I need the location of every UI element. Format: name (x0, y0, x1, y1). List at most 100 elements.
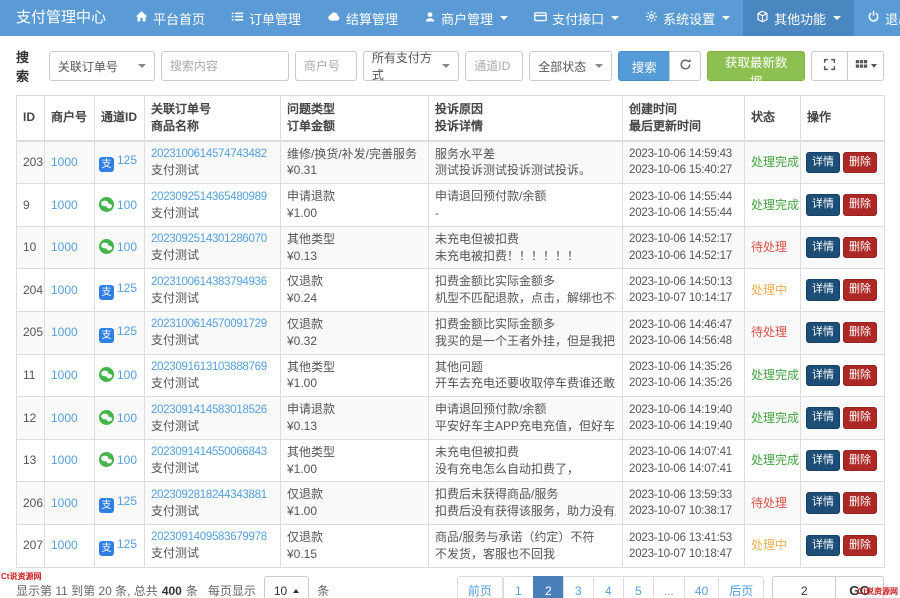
page-button[interactable]: 40 (684, 576, 719, 598)
delete-button[interactable]: 删除 (843, 322, 877, 343)
merchant-link[interactable]: 1000 (51, 325, 78, 339)
channel-id-link[interactable]: 100 (117, 198, 137, 212)
cell-id: 205 (17, 311, 45, 354)
complaint-reason: 扣费金额比实际金额多 (435, 316, 616, 333)
merchant-link[interactable]: 1000 (51, 411, 78, 425)
order-number-link[interactable]: 2023100614383794936 (151, 274, 274, 290)
status-text: 处理完成 (751, 155, 799, 169)
paytype-select[interactable]: 所有支付方式 (363, 51, 459, 81)
cell-actions: 详情删除 (801, 524, 885, 567)
detail-button[interactable]: 详情 (806, 407, 840, 428)
merchant-link[interactable]: 1000 (51, 155, 78, 169)
page-jump-input[interactable] (772, 576, 836, 598)
merchant-link[interactable]: 1000 (51, 538, 78, 552)
nav-item-settlement[interactable]: 结算管理 (314, 0, 411, 36)
detail-button[interactable]: 详情 (806, 535, 840, 556)
channel-id-link[interactable]: 100 (117, 411, 137, 425)
search-button[interactable]: 搜索 (618, 51, 670, 81)
cell-order: 2023092514365480989支付测试 (145, 184, 281, 227)
merchant-link[interactable]: 1000 (51, 198, 78, 212)
complaint-reason: 申请退回预付款/余额 (435, 188, 616, 205)
detail-button[interactable]: 详情 (806, 365, 840, 386)
delete-button[interactable]: 删除 (843, 407, 877, 428)
nav-item-logout[interactable]: 退出登录 (854, 0, 900, 36)
merchant-link[interactable]: 1000 (51, 368, 78, 382)
search-label: 搜索 (16, 47, 41, 85)
next-page-button[interactable]: 后页 (718, 576, 764, 598)
delete-button[interactable]: 删除 (843, 194, 877, 215)
detail-button[interactable]: 详情 (806, 279, 840, 300)
product-name: 支付测试 (151, 545, 274, 562)
delete-button[interactable]: 删除 (843, 365, 877, 386)
cell-order: 2023091613103888769支付测试 (145, 354, 281, 397)
channel-id-input[interactable] (465, 51, 523, 81)
alipay-icon: 支 (99, 498, 114, 513)
cell-id: 206 (17, 482, 45, 525)
channel-id-link[interactable]: 125 (117, 153, 137, 167)
nav-item-orders[interactable]: 订单管理 (218, 0, 314, 36)
order-number-link[interactable]: 2023091613103888769 (151, 359, 274, 375)
nav-item-home[interactable]: 平台首页 (122, 0, 218, 36)
detail-button[interactable]: 详情 (806, 237, 840, 258)
channel-id-link[interactable]: 125 (117, 281, 137, 295)
merchant-link[interactable]: 1000 (51, 496, 78, 510)
nav-item-pay-interface[interactable]: 支付接口 (521, 0, 632, 36)
table-row: 910001002023092514365480989支付测试申请退款¥1.00… (17, 184, 885, 227)
delete-button[interactable]: 删除 (843, 535, 877, 556)
page-button[interactable]: 2 (533, 576, 564, 598)
order-number-link[interactable]: 2023092818244343881 (151, 487, 274, 503)
chevron-down-icon (871, 64, 877, 68)
detail-button[interactable]: 详情 (806, 194, 840, 215)
delete-button[interactable]: 删除 (843, 152, 877, 173)
page-button[interactable]: 3 (563, 576, 594, 598)
page-button[interactable]: 4 (593, 576, 624, 598)
merchant-input[interactable] (295, 51, 357, 81)
prev-page-button[interactable]: 前页 (457, 576, 503, 598)
order-amount: ¥0.31 (287, 162, 422, 179)
search-type-select[interactable]: 关联订单号 (49, 51, 155, 81)
delete-button[interactable]: 删除 (843, 237, 877, 258)
order-number-link[interactable]: 2023092514365480989 (151, 189, 274, 205)
detail-button[interactable]: 详情 (806, 322, 840, 343)
detail-button[interactable]: 详情 (806, 152, 840, 173)
cell-order: 2023091414583018526支付测试 (145, 397, 281, 440)
channel-id-link[interactable]: 125 (117, 494, 137, 508)
delete-button[interactable]: 删除 (843, 492, 877, 513)
page-button[interactable]: 5 (623, 576, 654, 598)
created-time: 2023-10-06 13:59:33 (629, 487, 738, 503)
fullscreen-button[interactable] (811, 51, 848, 81)
nav-item-other-functions[interactable]: 其他功能 (743, 0, 854, 36)
fetch-latest-button[interactable]: 获取最新数据 (707, 51, 805, 81)
order-amount: ¥0.13 (287, 248, 422, 265)
detail-button[interactable]: 详情 (806, 450, 840, 471)
channel-id-link[interactable]: 100 (117, 453, 137, 467)
nav-item-label: 支付接口 (552, 9, 604, 28)
status-select[interactable]: 全部状态 (529, 51, 612, 81)
refresh-button[interactable] (669, 51, 701, 81)
order-number-link[interactable]: 2023091414583018526 (151, 402, 274, 418)
page-button[interactable]: 1 (503, 576, 534, 598)
perpage-select[interactable]: 10 (264, 576, 309, 598)
merchant-link[interactable]: 1000 (51, 453, 78, 467)
delete-button[interactable]: 删除 (843, 450, 877, 471)
detail-button[interactable]: 详情 (806, 492, 840, 513)
merchant-link[interactable]: 1000 (51, 240, 78, 254)
columns-button[interactable] (847, 51, 884, 81)
channel-id-link[interactable]: 125 (117, 537, 137, 551)
channel-id-link[interactable]: 100 (117, 368, 137, 382)
order-number-link[interactable]: 2023091414550066843 (151, 444, 274, 460)
order-number-link[interactable]: 2023092514301286070 (151, 231, 274, 247)
nav-item-system-settings[interactable]: 系统设置 (632, 0, 743, 36)
search-input[interactable] (161, 51, 289, 81)
order-number-link[interactable]: 2023100614570091729 (151, 316, 274, 332)
nav-item-merchants[interactable]: 商户管理 (411, 0, 521, 36)
order-number-link[interactable]: 2023091409583679978 (151, 529, 274, 545)
cell-issue: 申请退款¥1.00 (281, 184, 429, 227)
channel-id-link[interactable]: 125 (117, 324, 137, 338)
channel-id-link[interactable]: 100 (117, 240, 137, 254)
delete-button[interactable]: 删除 (843, 279, 877, 300)
table-row: 2071000支1252023091409583679978支付测试仅退款¥0.… (17, 524, 885, 567)
merchant-link[interactable]: 1000 (51, 283, 78, 297)
order-number-link[interactable]: 2023100614574743482 (151, 146, 274, 162)
chevron-down-icon (500, 16, 508, 20)
